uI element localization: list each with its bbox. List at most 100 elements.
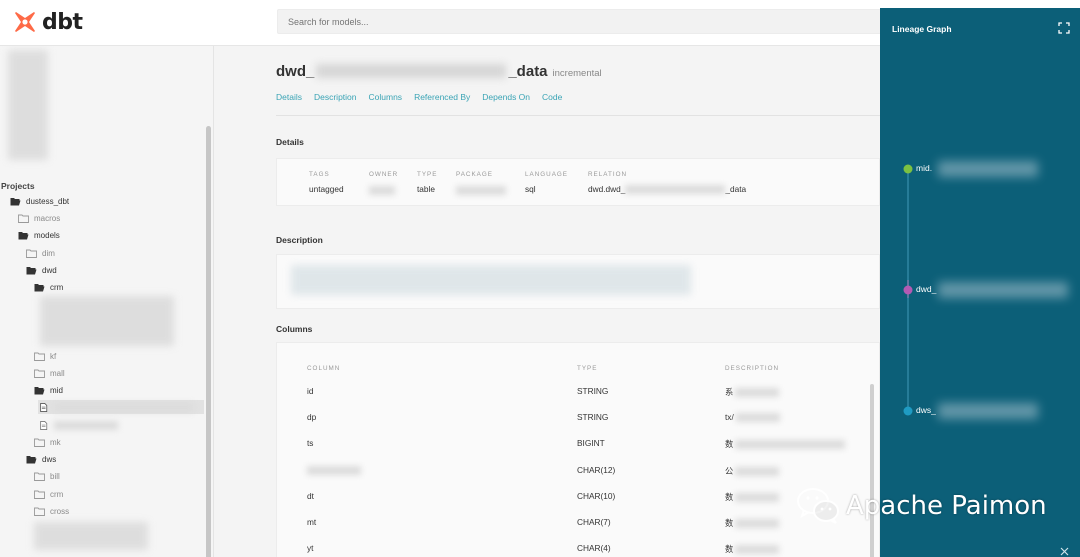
column-name: mt <box>307 517 317 527</box>
column-name: ts <box>307 438 314 448</box>
owner-label: OWNER <box>369 171 399 178</box>
materialization-label: incremental <box>552 68 602 79</box>
tab-code[interactable]: Code <box>542 92 562 102</box>
lineage-node-dot[interactable] <box>903 285 913 295</box>
blurred-file-list <box>40 296 174 346</box>
tree-folder-bill[interactable]: bill <box>34 469 60 483</box>
column-type: STRING <box>577 412 609 422</box>
tree-folder-dustess_dbt[interactable]: dustess_dbt <box>10 194 69 208</box>
lineage-node-dot[interactable] <box>903 164 913 174</box>
column-name <box>307 465 361 476</box>
tree-folder-dim[interactable]: dim <box>26 246 55 260</box>
tree-folder-crm[interactable]: crm <box>34 280 63 294</box>
tree-item-label: macros <box>34 213 61 223</box>
lineage-node-dot[interactable] <box>903 406 913 416</box>
tab-referenced-by[interactable]: Referenced By <box>414 92 470 102</box>
lineage-node-label[interactable]: dwd_ <box>916 284 936 294</box>
folder-open-icon <box>26 455 37 463</box>
folder-open-icon <box>10 197 21 205</box>
tree-folder-crm[interactable]: crm <box>34 487 63 501</box>
logo-text: dbt <box>42 9 83 35</box>
tree-folder-mall[interactable]: mall <box>34 366 65 380</box>
lineage-node-label[interactable]: mid. <box>916 163 932 173</box>
tree-file-selected[interactable] <box>38 400 204 414</box>
folder-icon <box>34 472 45 481</box>
blurred-content <box>8 50 48 160</box>
tab-description[interactable]: Description <box>314 92 357 102</box>
column-description: 公 <box>725 465 780 477</box>
column-description: 数 <box>725 517 780 529</box>
folder-icon <box>18 214 29 223</box>
column-type: STRING <box>577 386 609 396</box>
relation-label: RELATION <box>588 171 628 178</box>
file-icon <box>40 420 48 430</box>
columns-card: COLUMN TYPE DESCRIPTION id STRING 系 dp STRIN… <box>276 342 880 557</box>
watermark-text: Apache Paimon <box>846 491 1047 521</box>
watermark: Apache Paimon <box>796 486 1047 526</box>
close-icon[interactable] <box>1060 547 1069 556</box>
search-input[interactable] <box>277 9 887 34</box>
column-type: CHAR(10) <box>577 491 616 501</box>
column-name: id <box>307 386 314 396</box>
main-scrollbar[interactable] <box>870 384 874 557</box>
model-main-panel: dwd_ _data incremental Details Descripti… <box>214 46 880 557</box>
tree-item-label: models <box>34 230 60 240</box>
model-tabs: Details Description Columns Referenced B… <box>276 92 574 102</box>
column-description: 数 <box>725 438 846 450</box>
tree-item-label: mk <box>50 437 61 447</box>
column-type: BIGINT <box>577 438 605 448</box>
relation-prefix: dwd.dwd_ <box>588 184 626 194</box>
tree-item-label: cross <box>50 506 70 516</box>
blurred-node-name <box>938 282 1068 298</box>
blurred-model-name <box>316 64 507 78</box>
tree-item-label: mall <box>50 368 65 378</box>
columns-section-title: Columns <box>276 324 313 334</box>
tree-folder-mid[interactable]: mid <box>34 383 63 397</box>
tab-depends-on[interactable]: Depends On <box>482 92 530 102</box>
tree-folder-mk[interactable]: mk <box>34 435 61 449</box>
tree-folder-dws[interactable]: dws <box>26 452 56 466</box>
column-name: dt <box>307 491 314 501</box>
folder-open-icon <box>34 386 45 394</box>
divider <box>276 115 880 116</box>
tags-label: TAGS <box>309 171 330 178</box>
blurred-node-name <box>938 403 1038 419</box>
folder-open-icon <box>34 283 45 291</box>
tags-value: untagged <box>309 184 344 194</box>
folder-icon <box>34 490 45 499</box>
folder-icon <box>34 507 45 516</box>
tree-folder-kf[interactable]: kf <box>34 349 56 363</box>
language-label: LANGUAGE <box>525 171 568 178</box>
page-title: dwd_ _data incremental <box>276 62 602 80</box>
projects-label: Projects <box>1 181 35 191</box>
column-name: yt <box>307 543 314 553</box>
tree-folder-dwd[interactable]: dwd <box>26 263 57 277</box>
wechat-icon <box>797 488 839 524</box>
tab-details[interactable]: Details <box>276 92 302 102</box>
file-icon <box>40 402 48 412</box>
sidebar-scrollbar[interactable] <box>206 126 211 557</box>
owner-value <box>369 185 395 196</box>
blurred-node-name <box>938 161 1038 177</box>
model-title-suffix: _data <box>508 63 548 80</box>
description-header: DESCRIPTION <box>725 365 780 372</box>
tree-folder-cross[interactable]: cross <box>34 504 69 518</box>
blurred-filename <box>54 402 194 412</box>
type-label: TYPE <box>417 171 438 178</box>
type-header: TYPE <box>577 365 598 372</box>
folder-open-icon <box>26 266 37 274</box>
tab-columns[interactable]: Columns <box>369 92 403 102</box>
dbt-logo[interactable]: dbt <box>12 9 83 35</box>
tree-folder-macros[interactable]: macros <box>18 211 60 225</box>
column-name: dp <box>307 412 317 422</box>
tree-item-label: mid <box>50 385 63 395</box>
sidebar: Projects dustess_dbtmacros models dim dwd cr… <box>0 46 214 557</box>
tree-file[interactable] <box>38 418 138 432</box>
language-value: sql <box>525 184 536 194</box>
tree-folder-models[interactable]: models <box>18 228 60 242</box>
lineage-node-label[interactable]: dws_ <box>916 405 936 415</box>
tree-item-label: dim <box>42 248 55 258</box>
tree-item-label: dustess_dbt <box>26 196 70 206</box>
tree-item-label: kf <box>50 351 57 361</box>
tree-item-label: dws <box>42 454 57 464</box>
